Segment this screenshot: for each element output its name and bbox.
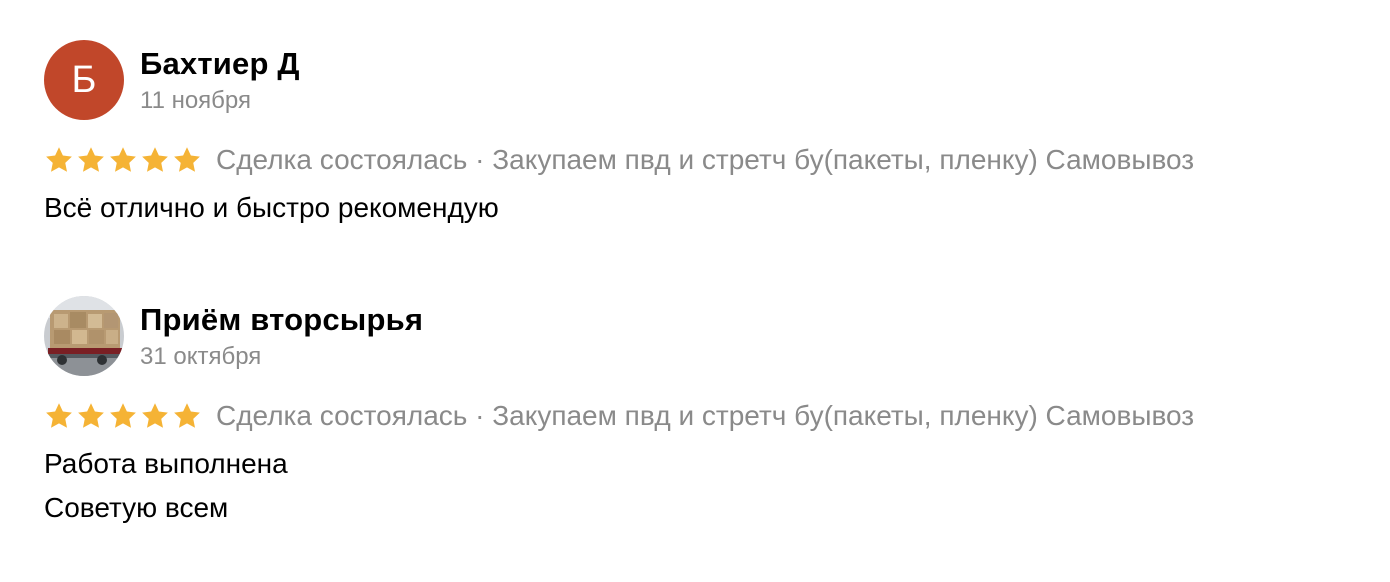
star-icon (174, 147, 200, 172)
deal-status: Сделка состоялась · Закупаем пвд и стрет… (216, 144, 1195, 175)
star-icon (78, 147, 104, 172)
review-item: Б Бахтиер Д 11 ноября Сделка состоялась … (44, 40, 1344, 230)
star-icon (142, 403, 168, 428)
star-icon (46, 147, 72, 172)
avatar[interactable]: Б (44, 40, 124, 120)
star-icon (78, 403, 104, 428)
star-icon (110, 147, 136, 172)
avatar[interactable] (44, 296, 124, 376)
review-header: Б Бахтиер Д 11 ноября (44, 40, 1344, 120)
star-icon (110, 403, 136, 428)
review-text-line: Всё отлично и быстро рекомендую (44, 192, 499, 223)
review-meta: Приём вторсырья 31 октября (140, 296, 423, 372)
review-text: Всё отлично и быстро рекомендую (44, 186, 1344, 230)
review-date: 31 октября (140, 343, 262, 370)
author-name[interactable]: Бахтиер Д (140, 46, 300, 82)
star-icon (174, 403, 200, 428)
avatar-photo-image (44, 296, 124, 376)
review-item: Приём вторсырья 31 октября Сделка состоя… (44, 296, 1344, 530)
rating-row: Сделка состоялась · Закупаем пвд и стрет… (44, 398, 1344, 434)
deal-status: Сделка состоялась · Закупаем пвд и стрет… (216, 400, 1195, 431)
rating-stars (44, 145, 204, 175)
review-header: Приём вторсырья 31 октября (44, 296, 1344, 376)
rating-stars (44, 401, 204, 431)
review-meta: Бахтиер Д 11 ноября (140, 40, 300, 116)
review-text: Работа выполнена Советую всем (44, 442, 1344, 530)
author-name[interactable]: Приём вторсырья (140, 302, 423, 338)
review-date: 11 ноября (140, 87, 251, 114)
star-icon (46, 403, 72, 428)
review-text-line: Работа выполнена (44, 448, 288, 479)
review-text-line: Советую всем (44, 492, 229, 523)
rating-row: Сделка состоялась · Закупаем пвд и стрет… (44, 142, 1344, 178)
star-icon (142, 147, 168, 172)
